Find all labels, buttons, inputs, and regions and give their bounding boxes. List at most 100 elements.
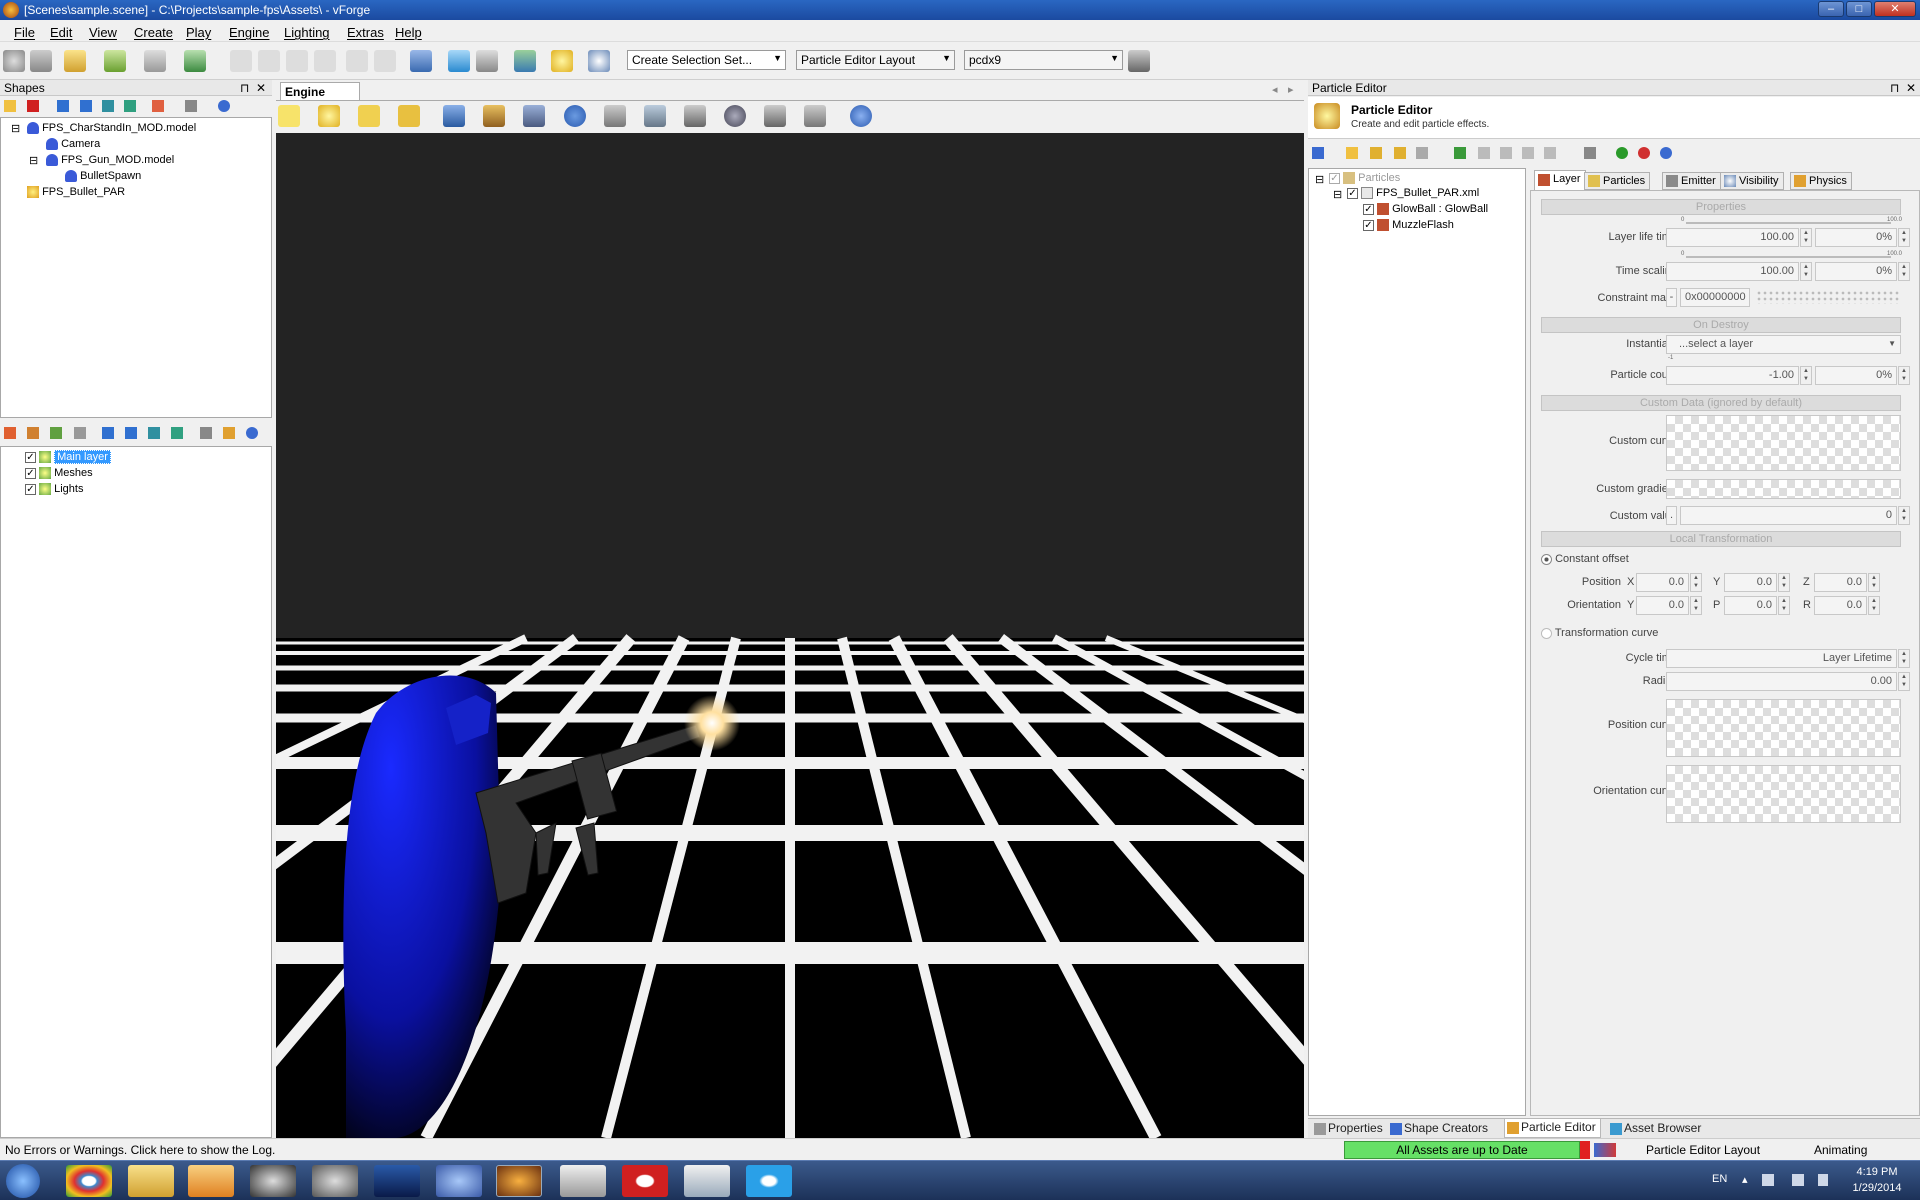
assets-status[interactable]: All Assets are up to Date <box>1344 1141 1580 1159</box>
zoom-icon[interactable] <box>764 105 786 127</box>
tab-layer[interactable]: Layer <box>1534 170 1586 190</box>
spinner[interactable]: ▲ ▼ <box>1778 596 1790 615</box>
spinner[interactable]: ▲ ▼ <box>1868 573 1880 592</box>
help-icon[interactable] <box>1660 147 1672 159</box>
menu-help[interactable]: Help <box>395 25 422 40</box>
start-button[interactable] <box>6 1164 40 1198</box>
explorer-icon[interactable] <box>128 1165 174 1197</box>
tab-particles[interactable]: Particles <box>1584 172 1651 190</box>
open-effect-icon[interactable] <box>1370 147 1382 159</box>
new-effect-icon[interactable] <box>1346 147 1358 159</box>
layer-life-slider[interactable] <box>1686 222 1891 224</box>
link-icon[interactable] <box>171 427 183 439</box>
tools-icon[interactable] <box>476 50 498 72</box>
time-scaling-variance[interactable]: 0% <box>1815 262 1897 281</box>
shading-icon[interactable] <box>483 105 505 127</box>
tree-item-bulletspawn[interactable]: BulletSpawn <box>65 170 141 183</box>
move-up-icon[interactable] <box>125 427 137 439</box>
scale-tool-icon[interactable] <box>358 105 380 127</box>
engine-viewport[interactable] <box>276 133 1304 1138</box>
close-panel-icon[interactable]: ✕ <box>1906 81 1916 95</box>
custom-gradient-editor[interactable] <box>1666 479 1901 499</box>
tab-physics[interactable]: Physics <box>1790 172 1852 190</box>
minimize-button[interactable]: ‒ <box>1818 1 1844 17</box>
tree-item-camera[interactable]: Camera <box>46 138 100 151</box>
tray-icon[interactable] <box>1762 1174 1774 1186</box>
box-icon[interactable] <box>684 105 706 127</box>
custom-value-input[interactable]: 0 <box>1680 506 1897 525</box>
constraint-mask-bits[interactable] <box>1756 290 1899 304</box>
delete-layer-icon[interactable] <box>74 427 86 439</box>
copy-icon[interactable] <box>1544 147 1556 159</box>
group-icon[interactable] <box>152 100 164 112</box>
layer-checkbox[interactable]: ✓ <box>25 483 36 495</box>
tree-root[interactable]: ✓ Particles <box>1329 172 1400 185</box>
settings-gear-icon[interactable] <box>3 50 25 72</box>
tab-emitter[interactable]: Emitter <box>1662 172 1721 190</box>
cycle-time-input[interactable]: Layer Lifetime <box>1666 649 1897 668</box>
tab-visibility[interactable]: Visibility <box>1720 172 1784 190</box>
new-shape-icon[interactable] <box>4 100 16 112</box>
particle-count-variance[interactable]: 0% <box>1815 366 1897 385</box>
stop-icon[interactable] <box>1638 147 1650 159</box>
selection-set-combo[interactable]: Create Selection Set... ▼ <box>627 50 786 70</box>
camera-mode-icon[interactable] <box>523 105 545 127</box>
stats-chart-icon[interactable] <box>514 50 536 72</box>
export-icon[interactable] <box>184 50 206 72</box>
remove-layer-icon[interactable] <box>1478 147 1490 159</box>
constraint-mask-input[interactable]: 0x00000000 <box>1680 288 1750 307</box>
spinner[interactable]: ▲ ▼ <box>1898 366 1910 385</box>
volume-icon[interactable] <box>1818 1174 1828 1186</box>
window-layout-icon[interactable] <box>410 50 432 72</box>
tree-item-charstandin[interactable]: FPS_CharStandIn_MOD.model <box>27 122 196 135</box>
file-checkbox[interactable]: ✓ <box>1347 187 1358 199</box>
clock-time[interactable]: 4:19 PM <box>1846 1166 1908 1178</box>
view-mode-icon[interactable] <box>443 105 465 127</box>
rotate-tool-icon[interactable] <box>318 105 340 127</box>
time-scaling-slider[interactable] <box>1686 256 1891 258</box>
spinner[interactable]: ▲ ▼ <box>1898 672 1910 691</box>
tools-icon[interactable] <box>1584 147 1596 159</box>
pin-icon[interactable]: ⊓ <box>240 81 249 95</box>
debug-icon[interactable] <box>724 105 746 127</box>
constraint-mask-button[interactable]: - <box>1666 288 1677 307</box>
tree-item-glowball[interactable]: ✓ GlowBall : GlowBall <box>1363 203 1488 216</box>
instantiate-select[interactable]: ...select a layer ▼ <box>1666 335 1901 354</box>
spinner[interactable]: ▲ ▼ <box>1898 228 1910 247</box>
custom-curve-editor[interactable] <box>1666 415 1901 471</box>
menu-play[interactable]: Play <box>186 25 211 40</box>
network-icon[interactable] <box>1792 1174 1804 1186</box>
close-panel-icon[interactable]: ✕ <box>256 81 266 95</box>
layer-props-icon[interactable] <box>27 427 39 439</box>
layer-life-variance[interactable]: 0% <box>1815 228 1897 247</box>
sort-icon[interactable] <box>102 100 114 112</box>
spinner[interactable]: ▲ ▼ <box>1800 262 1812 281</box>
orientation-r-input[interactable]: 0.0 <box>1814 596 1867 615</box>
lock-icon[interactable] <box>223 427 235 439</box>
measure-tool-icon[interactable] <box>398 105 420 127</box>
tab-shape-creators[interactable]: Shape Creators <box>1388 1120 1492 1137</box>
visual-studio-icon[interactable] <box>684 1165 730 1197</box>
tab-prev-icon[interactable]: ◂ <box>1272 83 1278 96</box>
tree-item-bullet-file[interactable]: ✓ FPS_Bullet_PAR.xml <box>1347 187 1479 200</box>
transformation-curve-radio[interactable]: Transformation curve <box>1541 627 1658 639</box>
log-status[interactable]: No Errors or Warnings. Click here to sho… <box>5 1143 275 1157</box>
layer-checkbox[interactable]: ✓ <box>25 467 36 479</box>
orientation-curve-editor[interactable] <box>1666 765 1901 823</box>
open-project-icon[interactable] <box>104 50 126 72</box>
layer-row-lights[interactable]: ✓ Lights <box>25 483 83 496</box>
position-x-input[interactable]: 0.0 <box>1636 573 1689 592</box>
pause-icon[interactable] <box>1312 147 1324 159</box>
move-down-icon[interactable] <box>57 100 69 112</box>
skype-icon[interactable] <box>746 1165 792 1197</box>
orientation-p-input[interactable]: 0.0 <box>1724 596 1777 615</box>
tab-particle-editor[interactable]: Particle Editor <box>1504 1119 1601 1138</box>
wrench-icon[interactable] <box>804 105 826 127</box>
app-icon[interactable] <box>250 1165 296 1197</box>
constant-offset-radio[interactable]: Constant offset <box>1541 553 1629 565</box>
delete-icon[interactable] <box>314 50 336 72</box>
pin-icon[interactable]: ⊓ <box>1890 81 1899 95</box>
hdd-icon[interactable] <box>30 50 52 72</box>
tray-up-icon[interactable]: ▴ <box>1742 1173 1748 1186</box>
save-icon[interactable] <box>144 50 166 72</box>
